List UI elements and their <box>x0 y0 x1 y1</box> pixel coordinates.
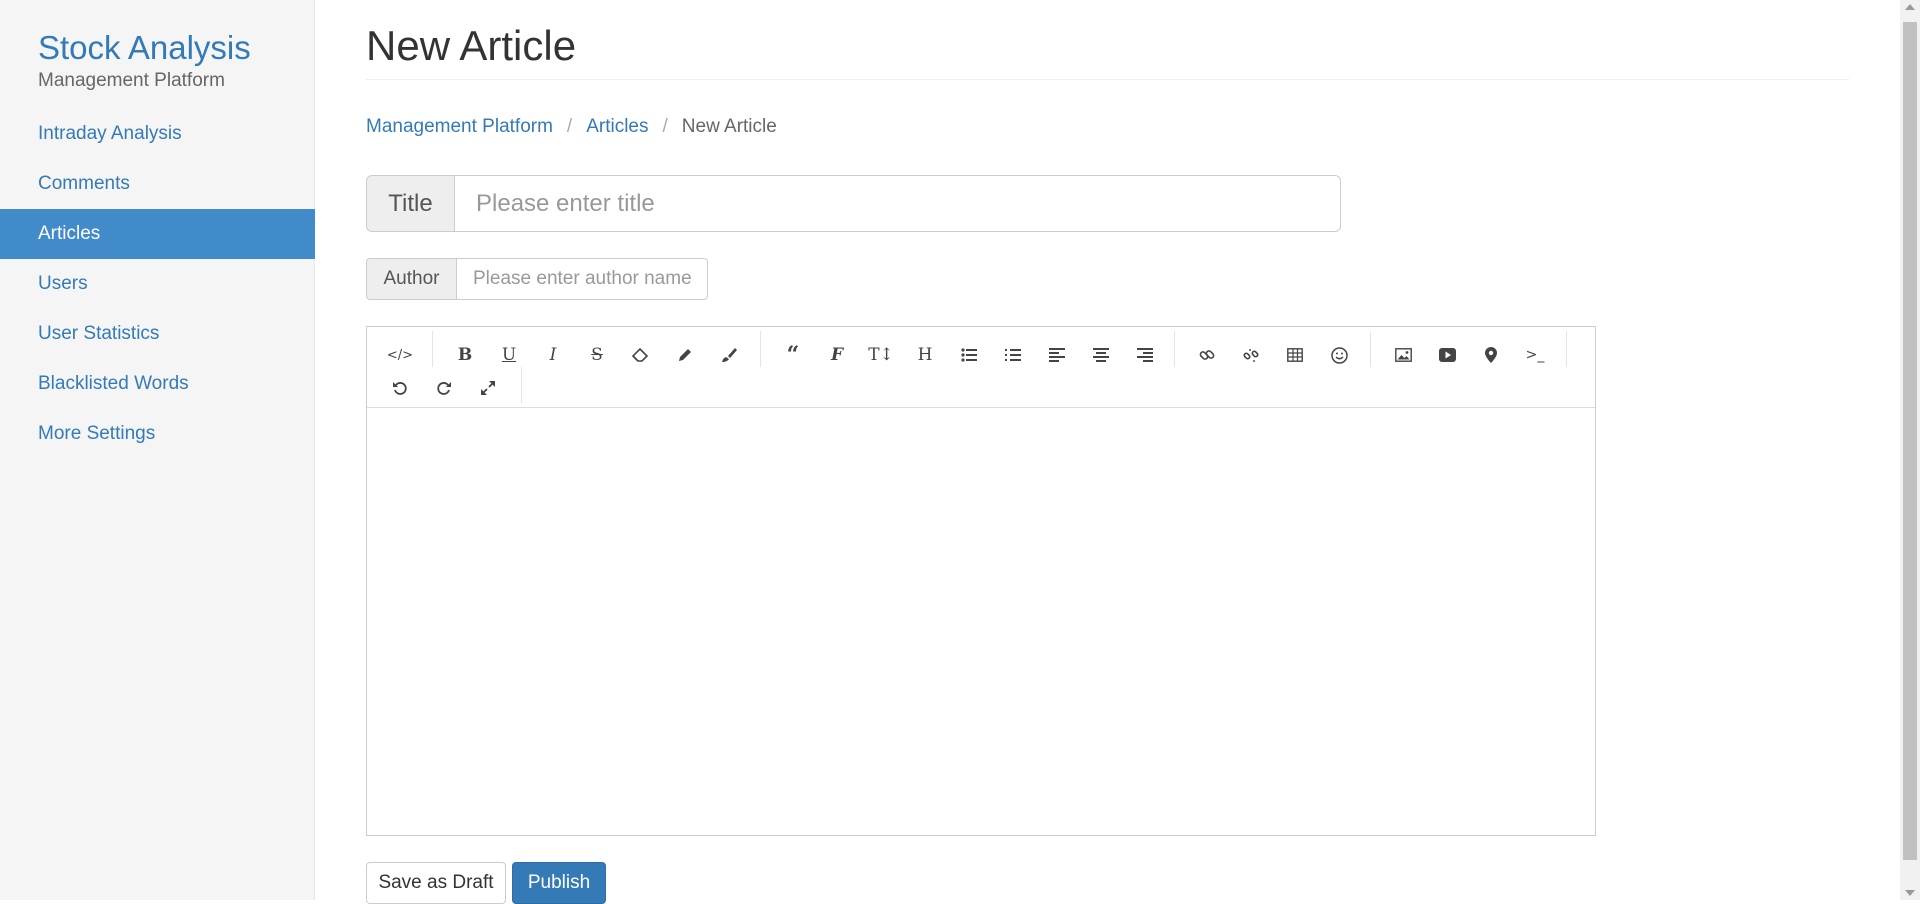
breadcrumb-management-platform[interactable]: Management Platform <box>366 116 553 137</box>
scrollbar-thumb[interactable] <box>1903 22 1917 860</box>
terminal-icon[interactable]: >_ <box>1517 340 1553 370</box>
numbered-list-icon[interactable] <box>995 340 1031 370</box>
scroll-up-icon[interactable] <box>1905 4 1915 10</box>
breadcrumb-separator: / <box>566 116 573 137</box>
breadcrumb: Management Platform / Articles / New Article <box>366 116 777 138</box>
table-icon[interactable] <box>1277 340 1313 370</box>
brand-subtitle: Management Platform <box>38 70 225 91</box>
italic-icon[interactable]: I <box>535 340 571 370</box>
title-divider <box>366 79 1849 80</box>
toolbar-divider <box>1370 331 1371 367</box>
sidebar-item-users[interactable]: Users <box>0 259 315 309</box>
publish-button[interactable]: Publish <box>512 862 606 904</box>
scroll-down-icon[interactable] <box>1905 890 1915 896</box>
toolbar-divider <box>1174 331 1175 367</box>
sidebar-item-articles[interactable]: Articles <box>0 209 315 259</box>
sidebar-item-comments[interactable]: Comments <box>0 159 315 209</box>
page-title: New Article <box>366 22 577 69</box>
video-icon[interactable] <box>1429 340 1465 370</box>
toolbar-divider <box>521 367 522 403</box>
eraser-icon[interactable] <box>623 340 659 370</box>
align-center-icon[interactable] <box>1083 340 1119 370</box>
redo-icon[interactable] <box>426 373 462 403</box>
sidebar-item-more-settings[interactable]: More Settings <box>0 409 315 459</box>
font-family-icon[interactable]: F <box>819 340 855 370</box>
pencil-icon[interactable] <box>667 340 703 370</box>
bold-icon[interactable]: B <box>447 340 483 370</box>
author-input-group: Author Please enter author name <box>366 258 708 300</box>
link-icon[interactable] <box>1189 340 1225 370</box>
editor-toolbar: </> B U I S “ F T↕ H >_ <box>367 327 1595 408</box>
author-label: Author <box>366 258 456 300</box>
brand: Stock Analysis Management Platform <box>38 28 251 92</box>
sidebar-item-user-statistics[interactable]: User Statistics <box>0 309 315 359</box>
heading-icon[interactable]: H <box>907 340 943 370</box>
image-icon[interactable] <box>1385 340 1421 370</box>
blockquote-icon[interactable]: “ <box>775 340 811 370</box>
vertical-scrollbar[interactable] <box>1900 0 1920 900</box>
undo-icon[interactable] <box>382 373 418 403</box>
sidebar-nav: Intraday Analysis Comments Articles User… <box>0 109 315 459</box>
title-input[interactable]: Please enter title <box>454 175 1341 232</box>
font-size-icon[interactable]: T↕ <box>863 340 899 370</box>
toolbar-divider <box>760 331 761 367</box>
fullscreen-icon[interactable] <box>470 373 506 403</box>
underline-icon[interactable]: U <box>491 340 527 370</box>
rich-text-editor: </> B U I S “ F T↕ H >_ <box>366 326 1596 836</box>
sidebar-item-intraday-analysis[interactable]: Intraday Analysis <box>0 109 315 159</box>
brand-title[interactable]: Stock Analysis <box>38 28 251 68</box>
paintbrush-icon[interactable] <box>711 340 747 370</box>
title-input-group: Title Please enter title <box>366 175 1341 232</box>
align-left-icon[interactable] <box>1039 340 1075 370</box>
toolbar-divider <box>432 331 433 367</box>
bullet-list-icon[interactable] <box>951 340 987 370</box>
toolbar-divider <box>1566 331 1567 367</box>
sidebar-item-blacklisted-words[interactable]: Blacklisted Words <box>0 359 315 409</box>
breadcrumb-separator: / <box>662 116 668 137</box>
title-label: Title <box>366 175 454 232</box>
unlink-icon[interactable] <box>1233 340 1269 370</box>
code-view-icon[interactable]: </> <box>382 340 418 370</box>
align-right-icon[interactable] <box>1127 340 1163 370</box>
editor-content-area[interactable] <box>367 408 1595 835</box>
breadcrumb-current: New Article <box>681 116 777 137</box>
save-draft-button[interactable]: Save as Draft <box>366 862 506 904</box>
sidebar: Stock Analysis Management Platform Intra… <box>0 0 315 900</box>
map-marker-icon[interactable] <box>1473 340 1509 370</box>
emoji-icon[interactable] <box>1321 340 1357 370</box>
author-input[interactable]: Please enter author name <box>456 258 708 300</box>
strikethrough-icon[interactable]: S <box>579 340 615 370</box>
breadcrumb-articles[interactable]: Articles <box>586 116 648 137</box>
